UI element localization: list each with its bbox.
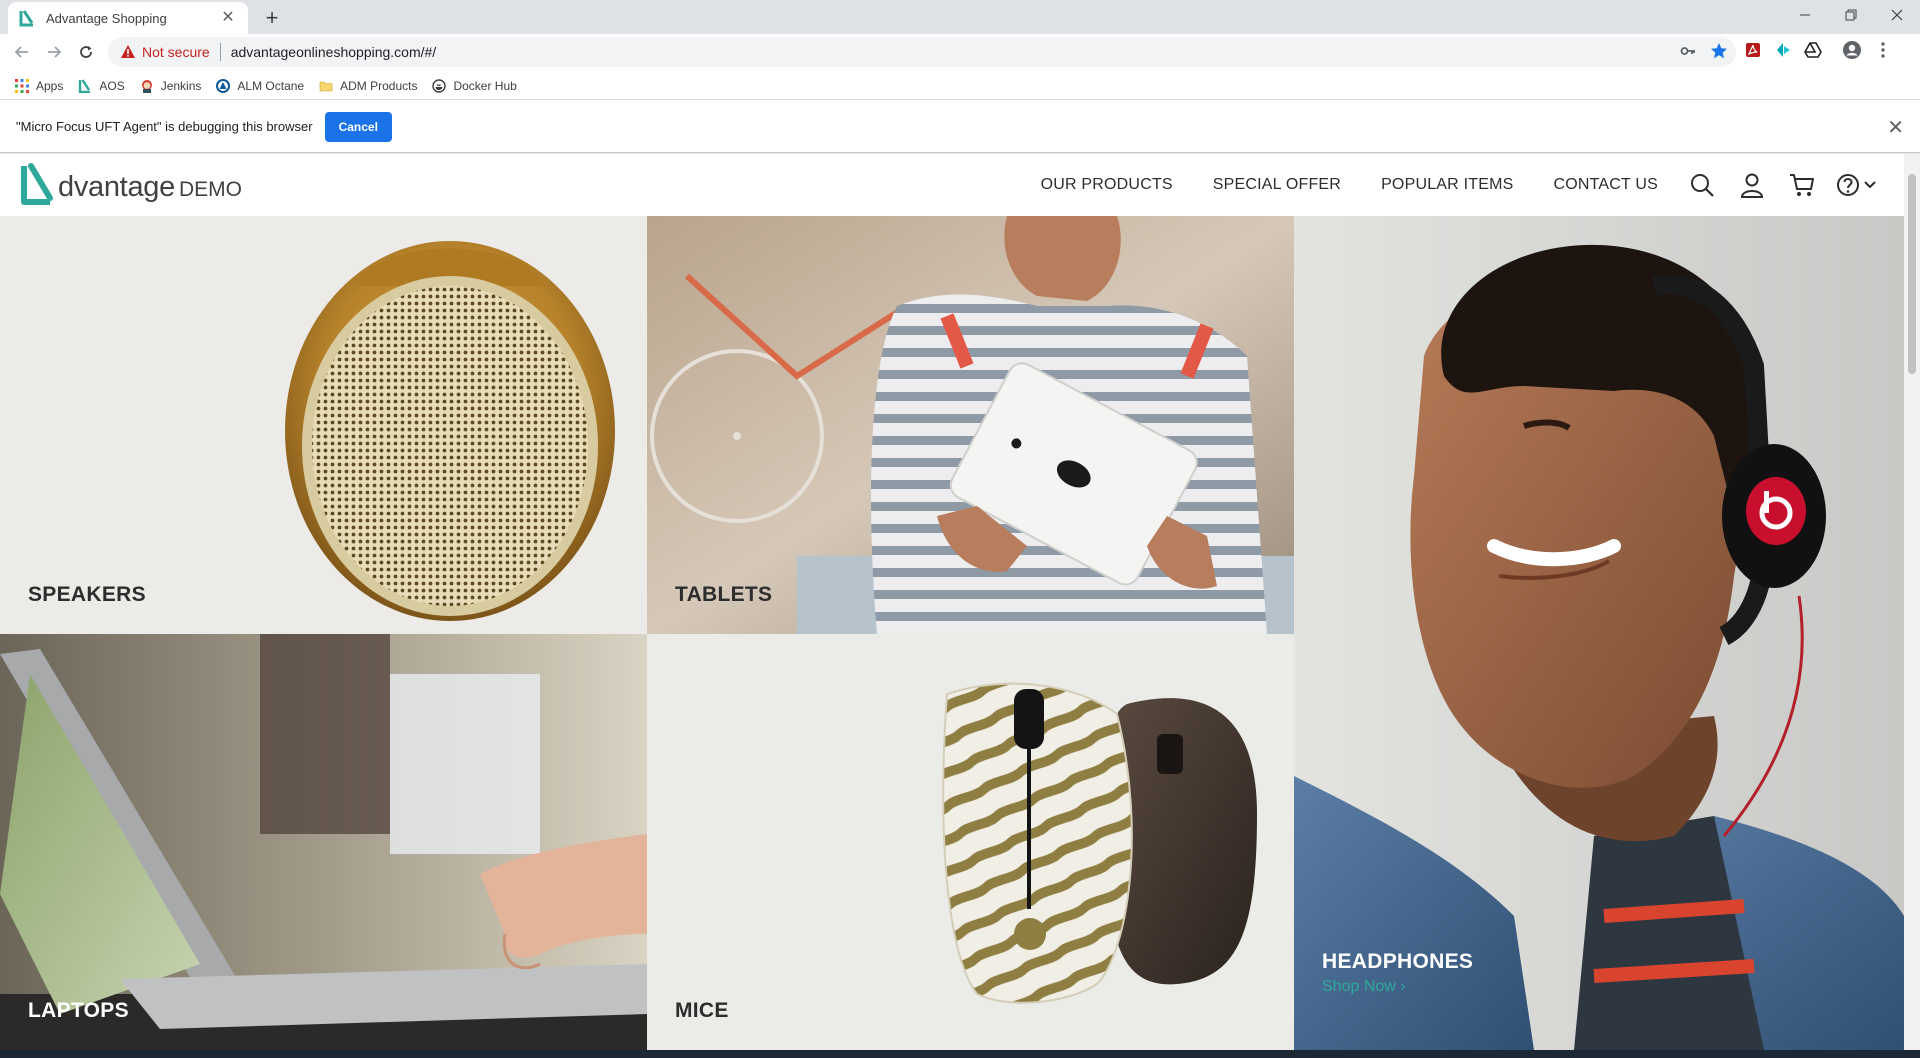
category-label-tablets: TABLETS	[675, 583, 773, 606]
speaker-image	[285, 241, 615, 621]
logo-demo-label: DEMO	[178, 178, 242, 201]
tab-close-icon[interactable]: ✕	[218, 8, 238, 28]
bookmark-label: ADM Products	[340, 78, 418, 93]
debug-infobar: "Micro Focus UFT Agent" is debugging thi…	[0, 101, 1920, 153]
bookmark-aos[interactable]: AOS	[77, 78, 125, 94]
bookmark-jenkins[interactable]: Jenkins	[139, 78, 202, 94]
os-taskbar	[0, 1050, 1920, 1058]
debug-message: "Micro Focus UFT Agent" is debugging thi…	[16, 119, 313, 134]
octane-icon	[215, 78, 231, 94]
menu-popular-items[interactable]: POPULAR ITEMS	[1381, 176, 1513, 194]
browser-toolbar: Not secure advantageonlineshopping.com/#…	[0, 34, 1920, 70]
bookmark-adm-products[interactable]: ADM Products	[318, 78, 417, 94]
search-icon[interactable]	[1686, 169, 1718, 201]
folder-icon	[318, 78, 334, 94]
category-tile-mice[interactable]: MICE	[647, 634, 1294, 1050]
category-label-headphones: HEADPHONES	[1322, 950, 1474, 973]
bookmark-label: ALM Octane	[237, 78, 305, 93]
logo-mark-icon	[21, 163, 53, 205]
extension-icons	[1744, 40, 1886, 60]
key-icon[interactable]	[1680, 43, 1696, 59]
bookmark-label: Apps	[36, 78, 64, 93]
category-label-laptops: LAPTOPS	[28, 999, 129, 1022]
headphones-person-image	[1294, 216, 1904, 1050]
category-tile-tablets[interactable]: TABLETS	[647, 216, 1294, 634]
jenkins-icon	[139, 78, 155, 94]
menu-contact-us[interactable]: CONTACT US	[1553, 176, 1658, 194]
docker-icon	[431, 78, 447, 94]
uft-agent-extension-icon[interactable]	[1774, 41, 1792, 59]
bookmark-apps[interactable]: Apps	[14, 78, 63, 94]
bookmarks-bar: Apps AOS Jenkins ALM Octane ADM Products…	[0, 72, 1920, 100]
pdf-extension-icon[interactable]	[1744, 41, 1762, 59]
bookmark-alm-octane[interactable]: ALM Octane	[215, 78, 304, 94]
laptop-image	[0, 634, 647, 1050]
browser-tab[interactable]: Advantage Shopping ✕	[8, 2, 248, 34]
back-icon[interactable]	[7, 37, 37, 67]
forward-icon[interactable]	[39, 37, 69, 67]
tab-title: Advantage Shopping	[46, 10, 167, 26]
shop-now-link[interactable]: Shop Now ›	[1322, 978, 1406, 996]
category-tile-speakers[interactable]: SPEAKERS	[0, 216, 647, 634]
logo-wordmark: dvantage	[58, 171, 175, 203]
reload-icon[interactable]	[71, 37, 101, 67]
close-window-icon[interactable]	[1874, 0, 1920, 30]
help-dropdown-icon[interactable]	[1836, 169, 1880, 201]
category-tile-laptops[interactable]: LAPTOPS	[0, 634, 647, 1050]
cart-icon[interactable]	[1786, 169, 1818, 201]
infobar-close-icon[interactable]: ✕	[1887, 115, 1904, 140]
user-icon[interactable]	[1736, 169, 1768, 201]
warning-icon	[121, 45, 135, 58]
bookmark-star-icon[interactable]	[1710, 42, 1728, 60]
bookmark-label: Docker Hub	[453, 78, 517, 93]
profile-avatar-icon[interactable]	[1842, 40, 1862, 60]
url-text[interactable]: advantageonlineshopping.com/#/	[231, 44, 437, 60]
aos-favicon-icon	[77, 78, 93, 94]
site-header: dvantage DEMO OUR PRODUCTS SPECIAL OFFER…	[0, 154, 1904, 216]
scrollbar-thumb[interactable]	[1908, 174, 1916, 374]
tab-strip: Advantage Shopping ✕ +	[0, 0, 1920, 34]
tablet-person-image	[647, 216, 1294, 634]
omnibox-actions	[1680, 42, 1728, 60]
category-label-mice: MICE	[675, 999, 729, 1022]
new-tab-button[interactable]: +	[258, 5, 286, 31]
restore-icon[interactable]	[1828, 0, 1874, 30]
not-secure-label[interactable]: Not secure	[142, 44, 210, 60]
mice-image	[942, 682, 1257, 1004]
bookmark-label: Jenkins	[160, 78, 202, 93]
drive-extension-icon[interactable]	[1804, 41, 1822, 59]
browser-menu-icon[interactable]	[1880, 41, 1886, 59]
address-bar[interactable]: Not secure advantageonlineshopping.com/#…	[108, 37, 1736, 67]
menu-special-offer[interactable]: SPECIAL OFFER	[1213, 176, 1341, 194]
page-scrollbar[interactable]	[1904, 154, 1920, 1050]
category-tile-headphones[interactable]: HEADPHONES Shop Now ›	[1294, 216, 1904, 1050]
web-page: dvantage DEMO OUR PRODUCTS SPECIAL OFFER…	[0, 154, 1904, 1050]
menu-our-products[interactable]: OUR PRODUCTS	[1041, 176, 1173, 194]
bookmark-docker-hub[interactable]: Docker Hub	[431, 78, 517, 94]
omnibox-separator	[219, 43, 221, 61]
cancel-debug-button[interactable]: Cancel	[324, 111, 392, 142]
category-label-speakers: SPEAKERS	[28, 583, 146, 606]
bookmark-label: AOS	[99, 78, 125, 93]
main-menu: OUR PRODUCTS SPECIAL OFFER POPULAR ITEMS…	[1041, 154, 1904, 216]
advantage-logo[interactable]: dvantage DEMO	[20, 162, 242, 208]
apps-grid-icon	[14, 78, 30, 94]
advantage-favicon-icon	[19, 10, 34, 27]
minimize-icon[interactable]	[1782, 0, 1828, 30]
